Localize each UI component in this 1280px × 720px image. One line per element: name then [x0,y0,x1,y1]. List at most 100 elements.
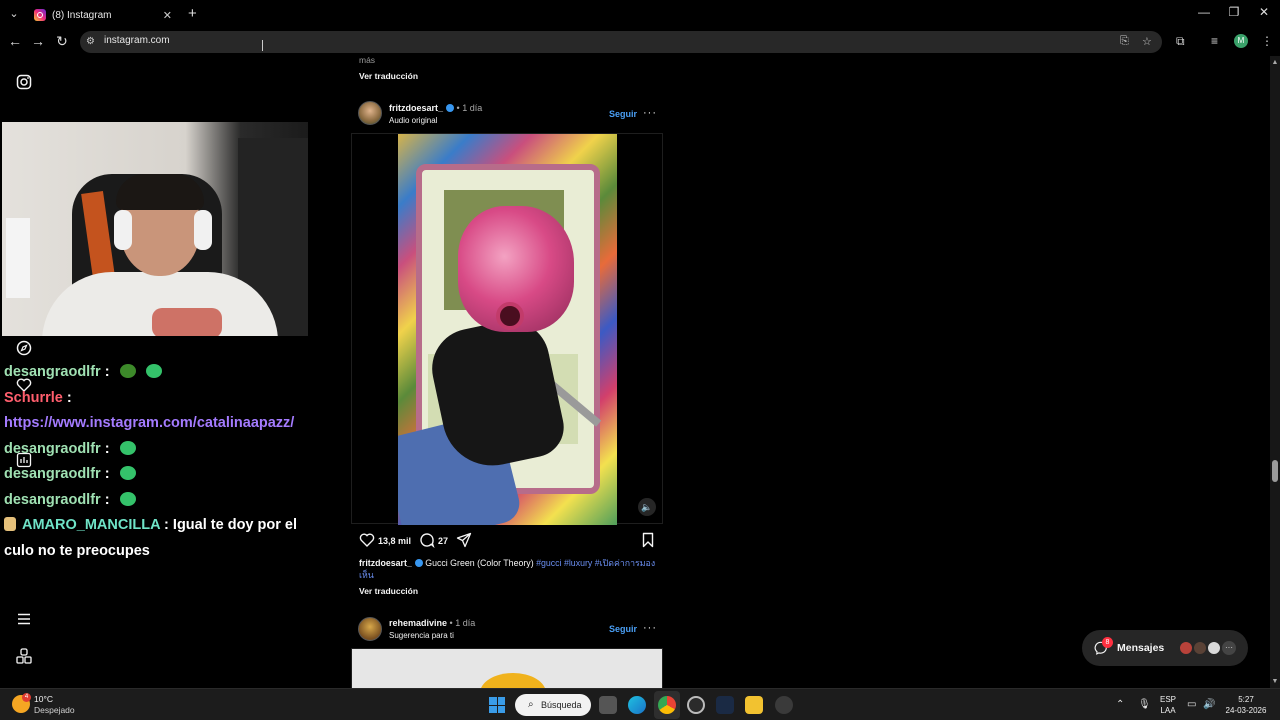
back-arrow-icon[interactable]: ← [7,33,23,49]
follow-button[interactable]: Seguir [609,624,637,634]
media-player-icon[interactable] [775,696,793,714]
post-header: fritzdoesart_ • 1 día [389,103,483,113]
new-tab-button[interactable]: + [188,5,197,22]
site-info-icon[interactable]: ⚙ [86,36,98,48]
browser-toolbar: ← → ↻ ⚙ instagram.com ⎘ ☆ ⧉ ≡ M ⋮ [0,28,1280,56]
post-options-icon[interactable]: ··· [643,107,657,119]
tab-close-icon[interactable]: ✕ [163,9,172,22]
messages-label: Mensajes [1117,642,1165,654]
language-top[interactable]: ESP [1158,695,1178,704]
green-emote-icon [145,364,162,378]
post-username[interactable]: fritzdoesart_ [389,103,443,113]
instagram-favicon-icon [34,9,46,21]
messages-button[interactable]: 8 Mensajes ··· [1082,630,1248,666]
subscriber-badge-icon [4,517,16,531]
stream-chat-overlay: desangraodlfr : Schurrle : https://www.i… [4,360,304,564]
post-video[interactable]: 🔈 [351,133,663,525]
post-audio-label[interactable]: Audio original [389,116,437,125]
volume-icon[interactable]: 🔈 [638,498,656,516]
menu-icon[interactable] [16,611,32,627]
post-caption: fritzdoesart_ Gucci Green (Color Theory)… [359,557,659,581]
weather-badge: 4 [22,693,31,702]
extensions-icon[interactable]: ⧉ [1176,34,1185,49]
volume-tray-icon[interactable]: 🔊 [1203,699,1215,710]
translate-link[interactable]: Ver traducción [359,586,418,596]
save-bookmark-icon[interactable] [640,532,656,548]
apps-icon[interactable] [16,648,32,664]
file-explorer-icon[interactable] [745,696,763,714]
caption-username[interactable]: fritzdoesart_ [359,558,412,568]
like-count[interactable]: 13,8 mil [378,536,411,546]
chat-message: Schurrle : [4,389,72,406]
edge-icon[interactable] [628,696,646,714]
previous-translate-link[interactable]: Ver traducción [359,71,418,81]
task-view-icon[interactable] [599,696,617,714]
chrome-menu-icon[interactable]: ⋮ [1261,34,1273,48]
restore-icon[interactable]: ❐ [1226,5,1242,19]
address-bar[interactable]: ⚙ instagram.com ⎘ ☆ [80,31,1162,53]
text-cursor [262,40,263,51]
browser-tab-instagram[interactable]: (8) Instagram ✕ [26,2,180,28]
show-hidden-icons[interactable]: ⌃ [1116,699,1124,710]
chat-username: desangraodlfr [4,364,101,380]
previous-caption-more[interactable]: más [359,55,375,65]
green-emote-icon [119,491,136,506]
taskbar-search[interactable]: ⌕ Búsqueda [515,694,591,716]
chat-message: desangraodlfr : [4,360,304,386]
chat-message: desangraodlfr : [4,462,304,488]
obs-icon[interactable] [687,696,705,714]
url-text[interactable]: instagram.com [104,35,170,46]
chrome-icon[interactable] [658,696,676,714]
steam-icon[interactable] [716,696,734,714]
webcam-overlay [2,122,308,336]
minimize-icon[interactable]: — [1196,5,1212,19]
network-icon[interactable]: ▭ [1187,699,1196,710]
instagram-logo-icon[interactable] [16,74,32,90]
browser-tab-strip: ⌄ (8) Instagram ✕ + — ❐ ✕ [0,0,1280,28]
windows-start-icon[interactable] [489,697,505,713]
language-bottom[interactable]: LAA [1158,706,1178,715]
scroll-down-icon[interactable]: ▼ [1270,677,1280,687]
like-heart-icon[interactable] [359,532,375,548]
chat-username: desangraodlfr [4,491,101,508]
weather-description[interactable]: Despejado [34,705,75,715]
more-conversations-icon: ··· [1222,641,1236,655]
post-author-avatar[interactable] [358,617,382,641]
post-suggestion-label: Sugerencia para ti [389,631,454,640]
chat-username: Schurrle [4,389,63,406]
chat-message: desangraodlfr : [4,488,304,514]
post-username[interactable]: rehemadivine [389,618,447,628]
chat-message: AMARO_MANCILLA : Igual te doy por el cul… [4,517,297,559]
post-actions: 13,8 mil 27 [359,532,659,550]
tab-search-icon[interactable]: ⌄ [6,6,22,22]
microphone-icon[interactable]: 🎙 [1138,699,1151,710]
window-close-icon[interactable]: ✕ [1256,5,1272,19]
install-app-icon[interactable]: ⎘ [1120,35,1129,48]
chat-link: https://www.instagram.com/catalinaapazz/ [4,415,295,431]
unread-badge: 8 [1102,637,1113,648]
forward-arrow-icon[interactable]: → [30,33,46,49]
clock-time[interactable]: 5:27 [1222,695,1270,704]
weather-temperature[interactable]: 10°C [34,694,53,704]
bookmark-star-icon[interactable]: ☆ [1142,35,1152,48]
scrollbar-thumb[interactable] [1272,460,1278,482]
reload-icon[interactable]: ↻ [54,33,70,50]
post-image[interactable] [351,648,663,690]
clock-date[interactable]: 24-03-2026 [1222,706,1270,715]
media-queue-icon[interactable]: ≡ [1211,34,1218,48]
profile-avatar[interactable]: M [1234,34,1248,48]
scroll-up-icon[interactable]: ▲ [1270,58,1280,68]
search-label: Búsqueda [541,700,582,710]
chat-username: AMARO_MANCILLA [22,517,161,533]
follow-button[interactable]: Seguir [609,109,637,119]
green-emote-icon [119,440,136,455]
page-scrollbar[interactable] [1270,56,1280,688]
comment-count[interactable]: 27 [438,536,448,546]
chat-message: https://www.instagram.com/catalinaapazz/ [4,411,304,437]
comment-icon[interactable] [419,532,435,549]
post-options-icon[interactable]: ··· [643,622,657,634]
post-author-avatar[interactable] [358,101,382,125]
share-icon[interactable] [456,532,472,548]
compass-icon[interactable] [16,340,32,356]
post-time: 1 día [462,103,483,113]
